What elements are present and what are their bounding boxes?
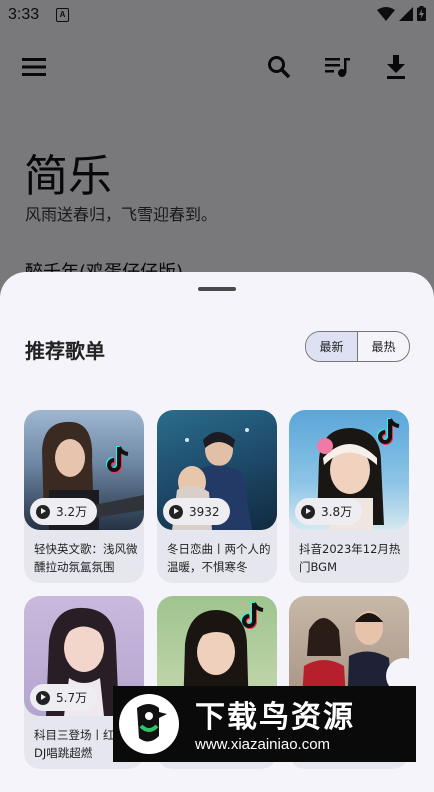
tiktok-logo-icon [377,418,400,445]
play-count: 5.7万 [56,691,88,705]
play-icon [36,504,50,519]
playlist-card[interactable]: 3932 冬日恋曲丨两个人的温暖，不惧寒冬 [157,410,277,583]
play-icon [169,504,183,519]
play-count-badge: 3.2万 [30,498,98,525]
playlist-name: 抖音2023年12月热门BGM [299,542,401,574]
sort-toggle: 最新 最热 [305,331,410,362]
tiktok-logo-icon [241,602,264,629]
play-count: 3932 [189,504,220,519]
sheet-title: 推荐歌单 [25,339,105,363]
drag-handle[interactable] [198,287,236,291]
playlist-name: 轻快英文歌：浅风微醺拉动氛氲氛围 [34,542,138,574]
play-icon [301,504,315,519]
play-count-badge: 3932 [163,498,230,525]
watermark-text: 下载鸟资源 [195,700,355,735]
tiktok-logo-icon [106,446,129,473]
play-count: 3.2万 [56,505,88,519]
watermark-banner: 下载鸟资源 www.xiazainiao.com [113,686,416,762]
playlist-name: 冬日恋曲丨两个人的温暖，不惧寒冬 [167,542,271,574]
play-count-badge: 3.8万 [295,498,363,525]
playlist-card[interactable]: 3.2万 轻快英文歌：浅风微醺拉动氛氲氛围 [24,410,144,583]
bird-logo-icon [119,694,179,754]
watermark-url: www.xiazainiao.com [195,736,331,753]
tab-hottest[interactable]: 最热 [358,332,409,361]
play-count-badge: 5.7万 [30,684,98,711]
play-count: 3.8万 [321,505,353,519]
play-icon [36,690,50,705]
playlist-card[interactable]: 3.8万 抖音2023年12月热门BGM [289,410,409,583]
tab-newest[interactable]: 最新 [306,332,358,361]
